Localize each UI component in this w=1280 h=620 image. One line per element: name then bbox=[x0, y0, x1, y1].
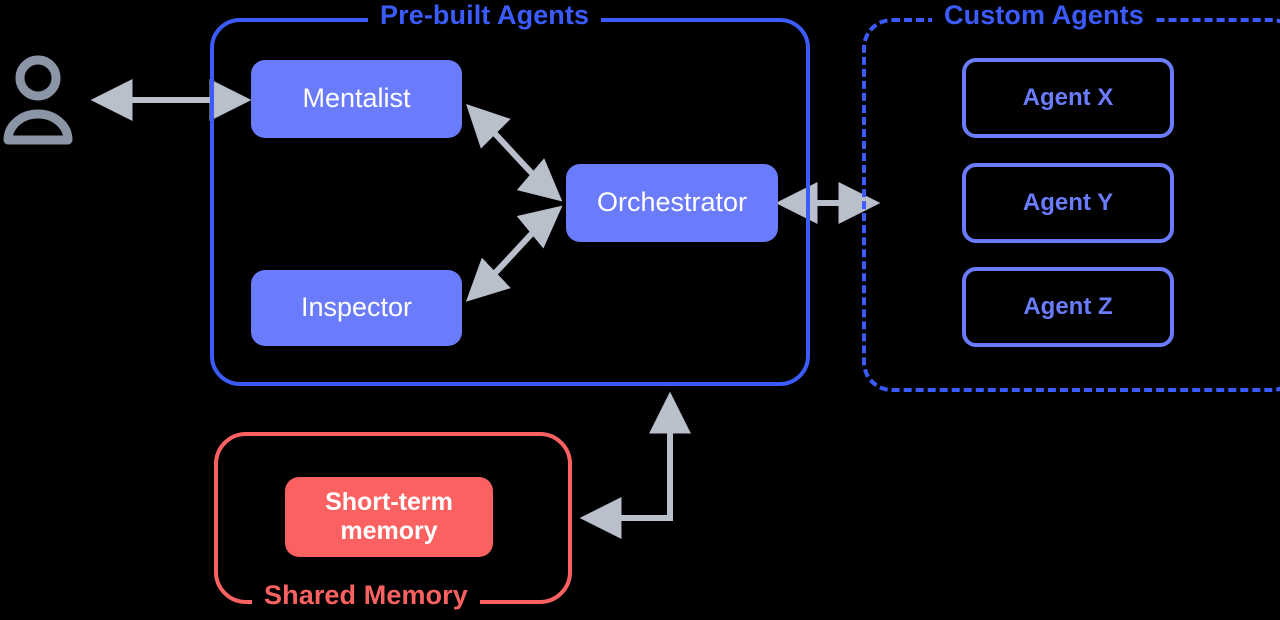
group-title-prebuilt-agents: Pre-built Agents bbox=[368, 0, 602, 31]
node-agent-x[interactable]: Agent X bbox=[962, 58, 1174, 138]
group-title-shared-memory: Shared Memory bbox=[252, 580, 480, 611]
node-inspector[interactable]: Inspector bbox=[251, 270, 462, 346]
node-agent-z[interactable]: Agent Z bbox=[962, 267, 1174, 347]
connector-shared-memory-prebuilt bbox=[579, 391, 691, 539]
node-mentalist[interactable]: Mentalist bbox=[251, 60, 462, 138]
user-icon bbox=[3, 55, 73, 145]
node-short-term-memory-line1: Short-term bbox=[325, 487, 453, 516]
diagram-canvas: Pre-built Agents Custom Agents Shared Me… bbox=[0, 0, 1280, 620]
group-title-custom-agents: Custom Agents bbox=[932, 0, 1156, 31]
node-short-term-memory-line2: memory bbox=[340, 517, 438, 545]
node-short-term-memory[interactable]: Short-term memory bbox=[285, 477, 493, 557]
node-agent-y[interactable]: Agent Y bbox=[962, 163, 1174, 243]
node-orchestrator[interactable]: Orchestrator bbox=[566, 164, 778, 242]
